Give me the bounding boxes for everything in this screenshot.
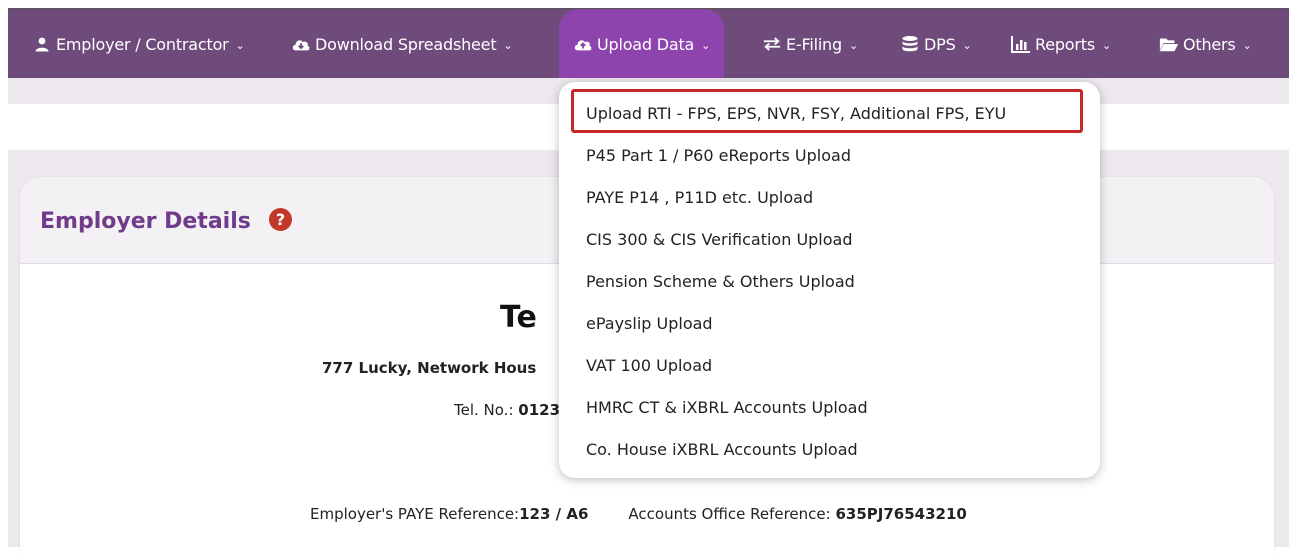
nav-e-filing[interactable]: E-Filing ⌄ bbox=[762, 9, 858, 79]
company-address: 777 Lucky, Network Hous bbox=[322, 359, 537, 377]
menu-item-upload-rti[interactable]: Upload RTI - FPS, EPS, NVR, FSY, Additio… bbox=[559, 93, 1100, 133]
menu-item-vat-100-upload[interactable]: VAT 100 Upload bbox=[559, 345, 1100, 385]
menu-item-cis-upload[interactable]: CIS 300 & CIS Verification Upload bbox=[559, 219, 1100, 259]
nav-label: Download Spreadsheet bbox=[315, 34, 497, 54]
company-name: Te bbox=[500, 300, 537, 335]
nav-label: Employer / Contractor bbox=[56, 34, 229, 54]
nav-employer-contractor[interactable]: Employer / Contractor ⌄ bbox=[32, 9, 245, 79]
menu-item-epayslip-upload[interactable]: ePayslip Upload bbox=[559, 303, 1100, 343]
cloud-download-icon bbox=[291, 34, 311, 54]
paye-reference-label: Employer's PAYE Reference: bbox=[310, 505, 520, 523]
nav-label: Upload Data bbox=[597, 34, 695, 54]
reference-row: Employer's PAYE Reference:123 / A6 Accoun… bbox=[310, 505, 967, 523]
tel-value: 0123 bbox=[518, 401, 561, 419]
tel-label: Tel. No.: bbox=[454, 401, 519, 419]
exchange-icon bbox=[762, 34, 782, 54]
chevron-down-icon: ⌄ bbox=[848, 38, 858, 52]
help-icon[interactable]: ? bbox=[269, 208, 292, 231]
nav-label: Others bbox=[1183, 34, 1236, 54]
menu-item-p45-p60-upload[interactable]: P45 Part 1 / P60 eReports Upload bbox=[559, 135, 1100, 175]
menu-item-paye-p14-p11d-upload[interactable]: PAYE P14 , P11D etc. Upload bbox=[559, 177, 1100, 217]
card-title: Employer Details bbox=[40, 209, 251, 234]
nav-download-spreadsheet[interactable]: Download Spreadsheet ⌄ bbox=[291, 9, 513, 79]
menu-item-co-house-ixbrl-upload[interactable]: Co. House iXBRL Accounts Upload bbox=[559, 429, 1100, 469]
chevron-down-icon: ⌄ bbox=[962, 38, 972, 52]
upload-data-dropdown-menu: Upload RTI - FPS, EPS, NVR, FSY, Additio… bbox=[559, 82, 1100, 478]
paye-reference-value: 123 / A6 bbox=[519, 505, 589, 523]
chevron-down-icon: ⌄ bbox=[503, 38, 513, 52]
nav-upload-data[interactable]: Upload Data ⌄ bbox=[559, 9, 725, 79]
database-icon bbox=[900, 34, 920, 54]
menu-item-pension-scheme-upload[interactable]: Pension Scheme & Others Upload bbox=[559, 261, 1100, 301]
accounts-office-label: Accounts Office Reference: bbox=[628, 505, 836, 523]
chevron-down-icon: ⌄ bbox=[1101, 38, 1112, 52]
top-navigation-bar: Employer / Contractor ⌄ Download Spreads… bbox=[8, 8, 1289, 79]
folder-open-icon bbox=[1159, 34, 1179, 54]
bar-chart-icon bbox=[1011, 34, 1031, 54]
cloud-upload-icon bbox=[573, 34, 593, 54]
menu-item-hmrc-ct-ixbrl-upload[interactable]: HMRC CT & iXBRL Accounts Upload bbox=[559, 387, 1100, 427]
nav-reports[interactable]: Reports ⌄ bbox=[1011, 9, 1111, 79]
nav-others[interactable]: Others ⌄ bbox=[1159, 9, 1252, 79]
user-icon bbox=[32, 34, 52, 54]
nav-label: E-Filing bbox=[786, 34, 842, 54]
chevron-down-icon: ⌄ bbox=[701, 38, 711, 52]
chevron-down-icon: ⌄ bbox=[1242, 38, 1252, 52]
nav-dps[interactable]: DPS ⌄ bbox=[900, 9, 972, 79]
nav-label: DPS bbox=[924, 34, 956, 54]
telephone-number: Tel. No.: 0123 bbox=[454, 401, 564, 419]
chevron-down-icon: ⌄ bbox=[235, 38, 245, 52]
nav-label: Reports bbox=[1035, 34, 1095, 54]
accounts-office-value: 635PJ76543210 bbox=[835, 505, 967, 523]
